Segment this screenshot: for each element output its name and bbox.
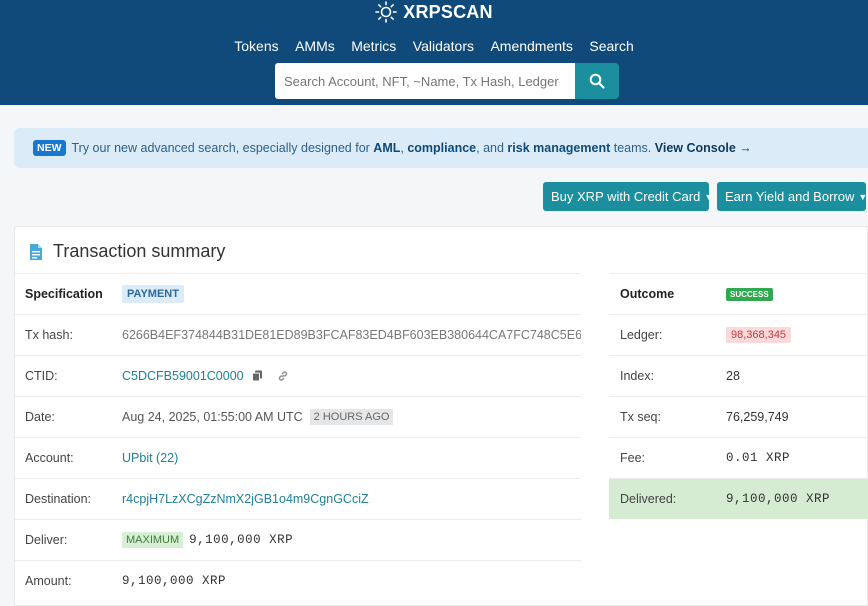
row-txseq: Tx seq: 76,259,749: [609, 396, 868, 437]
row-ctid: CTID: C5DCFB59001C0000: [15, 355, 581, 396]
time-ago-badge: 2 HOURS AGO: [309, 409, 394, 425]
fee-value: 0.01 XRP: [726, 451, 791, 465]
ledger-value[interactable]: 98,368,345: [726, 327, 792, 343]
date-label: Date:: [25, 410, 55, 424]
row-fee: Fee: 0.01 XRP: [609, 437, 868, 478]
delivered-label: Delivered:: [620, 492, 677, 506]
row-delivered: Delivered: 9,100,000 XRP: [609, 478, 868, 519]
copy-icon[interactable]: [251, 370, 263, 382]
nav-tokens[interactable]: Tokens: [234, 38, 278, 54]
main-nav: Tokens AMMs Metrics Validators Amendment…: [0, 38, 868, 56]
search-bar: [275, 63, 619, 99]
index-label: Index:: [620, 369, 655, 383]
banner-text2: teams.: [613, 141, 652, 155]
specification-badge: PAYMENT: [122, 285, 184, 303]
maximum-badge: MAXIMUM: [122, 532, 184, 548]
txseq-value: 76,259,749: [726, 410, 789, 424]
nav-amms[interactable]: AMMs: [295, 38, 335, 54]
fee-label: Fee:: [620, 451, 646, 465]
txhash-value[interactable]: 6266B4EF374844B31DE81ED89B3FCAF83ED4BF60…: [122, 328, 581, 342]
banner-aml: AML: [373, 141, 401, 155]
buy-xrp-button[interactable]: Buy XRP with Credit Card ▼: [543, 182, 713, 211]
caret-down-icon: ▼: [704, 191, 714, 202]
view-console-link[interactable]: View Console →: [655, 141, 752, 155]
top-header: XRPSCAN Tokens AMMs Metrics Validators A…: [0, 0, 868, 105]
banner-text: Try our new advanced search, especially …: [71, 141, 370, 155]
buy-xrp-label: Buy XRP with Credit Card: [551, 189, 701, 204]
deliver-label: Deliver:: [25, 533, 68, 547]
account-label: Account:: [25, 451, 74, 465]
txseq-label: Tx seq:: [620, 410, 661, 424]
deliver-value: 9,100,000 XRP: [189, 533, 294, 547]
amount-label: Amount:: [25, 574, 72, 588]
ctid-label: CTID:: [25, 369, 58, 383]
amount-value: 9,100,000 XRP: [122, 574, 227, 588]
transaction-summary-card: Transaction summary Specification PAYMEN…: [14, 226, 868, 606]
promo-banner: NEW Try our new advanced search, especia…: [14, 128, 868, 168]
account-link[interactable]: UPbit (22): [122, 451, 178, 465]
search-button[interactable]: [575, 63, 619, 99]
date-value: Aug 24, 2025, 01:55:00 AM UTC: [122, 410, 303, 424]
row-deliver: Deliver: MAXIMUM 9,100,000 XRP: [15, 519, 581, 560]
row-destination: Destination: r4cpjH7LzXCgZzNmX2jGB1o4m9C…: [15, 478, 581, 519]
brand-logo[interactable]: XRPSCAN: [0, 0, 868, 23]
sun-icon: [375, 0, 398, 23]
nav-validators[interactable]: Validators: [413, 38, 474, 54]
row-txhash: Tx hash: 6266B4EF374844B31DE81ED89B3FCAF…: [15, 314, 581, 355]
new-badge: NEW: [33, 140, 66, 156]
search-icon: [589, 73, 605, 89]
caret-down-icon: ▼: [858, 191, 868, 202]
row-outcome: Outcome SUCCESS: [609, 273, 868, 314]
nav-search[interactable]: Search: [589, 38, 633, 54]
earn-yield-button[interactable]: Earn Yield and Borrow ▼: [717, 182, 868, 211]
banner-risk: risk management: [507, 141, 611, 155]
ctid-value[interactable]: C5DCFB59001C0000: [122, 369, 244, 383]
row-date: Date: Aug 24, 2025, 01:55:00 AM UTC 2 HO…: [15, 396, 581, 437]
card-title: Transaction summary: [29, 241, 225, 262]
destination-label: Destination:: [25, 492, 92, 506]
nav-metrics[interactable]: Metrics: [351, 38, 396, 54]
row-index: Index: 28: [609, 355, 868, 396]
link-icon[interactable]: [277, 370, 289, 382]
outcome-label: Outcome: [620, 287, 675, 301]
banner-sep2: , and: [476, 141, 504, 155]
document-icon: [30, 243, 42, 260]
nav-amendments[interactable]: Amendments: [490, 38, 572, 54]
delivered-value: 9,100,000 XRP: [726, 492, 831, 506]
success-badge: SUCCESS: [726, 287, 773, 301]
destination-link[interactable]: r4cpjH7LzXCgZzNmX2jGB1o4m9CgnGCciZ: [122, 492, 369, 506]
row-ledger: Ledger: 98,368,345: [609, 314, 868, 355]
index-value: 28: [726, 369, 740, 383]
banner-compliance: compliance: [407, 141, 477, 155]
row-specification: Specification PAYMENT: [15, 273, 581, 314]
row-account: Account: UPbit (22): [15, 437, 581, 478]
row-amount: Amount: 9,100,000 XRP: [15, 560, 581, 601]
specification-label: Specification: [25, 287, 103, 301]
page-title: Transaction summary: [53, 241, 226, 261]
earn-yield-label: Earn Yield and Borrow: [725, 189, 855, 204]
brand-name: XRPSCAN: [403, 2, 493, 22]
ledger-label: Ledger:: [620, 328, 663, 342]
txhash-label: Tx hash:: [25, 328, 73, 342]
search-input[interactable]: [275, 63, 575, 99]
banner-sep1: ,: [400, 141, 404, 155]
